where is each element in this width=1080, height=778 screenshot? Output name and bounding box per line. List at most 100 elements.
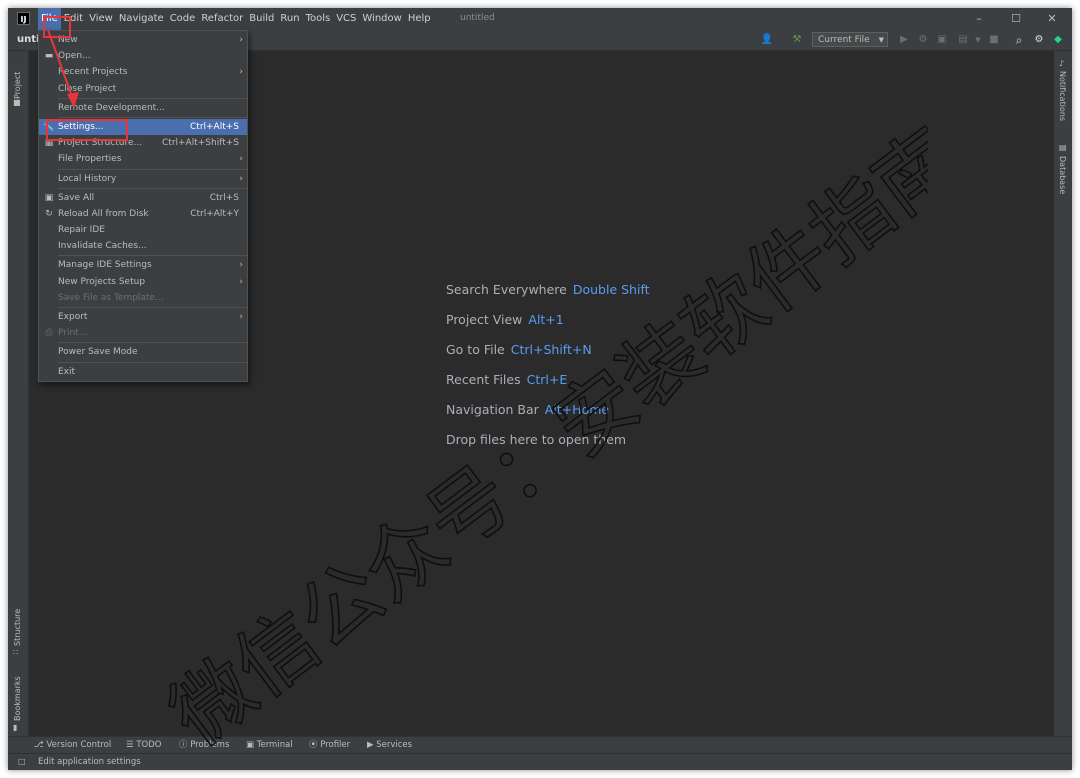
window-title: untitled <box>460 13 495 23</box>
tab-todo[interactable]: ☰ TODO <box>126 737 161 754</box>
menu-local-history[interactable]: Local History › <box>39 171 247 187</box>
menu-separator <box>58 361 247 363</box>
menu-item-label: File Properties <box>58 154 122 165</box>
menu-build[interactable]: Build <box>246 8 277 30</box>
menu-window[interactable]: Window <box>359 8 404 30</box>
menu-item-label: Invalidate Caches... <box>58 241 147 252</box>
menu-item-label: New Projects Setup <box>58 276 146 287</box>
run-configuration-label: Current File <box>818 35 870 45</box>
list-icon: ☰ <box>126 740 137 750</box>
tab-services[interactable]: ▶ Services <box>367 737 412 754</box>
menu-separator <box>58 255 247 257</box>
hint-shortcut[interactable]: Double Shift <box>573 282 650 297</box>
bookmarks-tool-tab[interactable]: Bookmarks <box>13 671 22 721</box>
tab-problems[interactable]: ⓘ Problems <box>179 737 229 754</box>
bell-icon: ♪ <box>1059 59 1065 68</box>
plugin-logo-icon[interactable]: ◆ <box>1051 33 1065 47</box>
structure-tool-tab[interactable]: Structure <box>13 601 22 646</box>
profiler-icon: ⦿ <box>309 740 321 750</box>
hint-shortcut[interactable]: Alt+1 <box>528 312 563 327</box>
menu-separator <box>58 307 247 308</box>
status-bar: □ Edit application settings <box>8 753 1072 770</box>
menu-new-projects-setup[interactable]: New Projects Setup › <box>39 274 247 290</box>
branch-icon: ⎇ <box>34 740 47 750</box>
menu-invalidate-caches[interactable]: Invalidate Caches... <box>39 238 247 254</box>
hint-label: Recent Files <box>446 372 521 387</box>
menu-item-label: Manage IDE Settings <box>58 260 152 271</box>
menu-item-label: Repair IDE <box>58 225 105 236</box>
services-icon: ▶ <box>367 740 377 750</box>
hint-shortcut[interactable]: Ctrl+Shift+N <box>511 342 592 357</box>
chevron-right-icon: › <box>239 276 243 287</box>
menu-item-label: Save All <box>58 192 95 203</box>
chevron-right-icon: › <box>239 312 243 322</box>
menu-vcs[interactable]: VCS <box>333 8 359 30</box>
menu-run[interactable]: Run <box>277 8 302 30</box>
menu-manage-ide-settings[interactable]: Manage IDE Settings › <box>39 257 247 273</box>
chevron-down-icon: ▼ <box>878 36 884 44</box>
menu-file-properties[interactable]: File Properties › <box>39 151 247 167</box>
notifications-tool-tab[interactable]: Notifications <box>1058 71 1067 136</box>
hint-shortcut[interactable]: Alt+Home <box>545 402 609 417</box>
bookmark-icon: ▮ <box>13 723 18 732</box>
menu-separator <box>58 168 247 170</box>
menu-print: ⎙ Print... <box>39 325 247 341</box>
hint-go-to-file: Go to File Ctrl+Shift+N <box>446 342 592 357</box>
chevron-down-icon[interactable]: ▼ <box>971 33 985 47</box>
close-icon[interactable]: ✕ <box>1037 8 1067 30</box>
chevron-right-icon: › <box>239 173 243 184</box>
menu-export[interactable]: Export › <box>39 309 247 325</box>
hint-label: Go to File <box>446 342 505 357</box>
menu-item-label: Power Save Mode <box>58 347 138 358</box>
menu-help[interactable]: Help <box>405 8 434 30</box>
ide-window: IJ File Edit View Navigate Code Refactor… <box>8 8 1072 770</box>
printer-icon: ⎙ <box>45 328 53 339</box>
coverage-icon[interactable]: ▣ <box>935 33 949 47</box>
hint-recent-files: Recent Files Ctrl+E <box>446 372 567 387</box>
more-run-icon[interactable]: ▤ <box>956 33 970 47</box>
debug-icon[interactable]: ⚙ <box>916 33 930 47</box>
tab-label: Terminal <box>256 740 293 750</box>
hint-label: Navigation Bar <box>446 402 539 417</box>
menu-save-all[interactable]: ▣ Save All Ctrl+S <box>39 190 247 206</box>
layout-icon[interactable]: □ <box>18 757 26 766</box>
menu-reload-all[interactable]: ↻ Reload All from Disk Ctrl+Alt+Y <box>39 206 247 222</box>
tab-label: TODO <box>136 740 162 750</box>
hint-label: Project View <box>446 312 523 327</box>
add-user-icon[interactable]: 👤 <box>760 33 774 47</box>
build-hammer-icon[interactable]: ⚒ <box>790 33 804 47</box>
hint-shortcut[interactable]: Ctrl+E <box>527 372 568 387</box>
run-icon[interactable]: ▶ <box>897 33 911 47</box>
menu-repair-ide[interactable]: Repair IDE <box>39 222 247 238</box>
stop-icon[interactable]: ■ <box>987 33 1001 47</box>
tab-label: Profiler <box>320 740 351 750</box>
menu-tools[interactable]: Tools <box>303 8 334 30</box>
database-tool-tab[interactable]: Database <box>1058 156 1067 201</box>
menu-save-file-as-template: Save File as Template... <box>39 290 247 306</box>
left-tool-stripe: Project ■ Structure ∷ Bookmarks ▮ <box>8 51 29 736</box>
menu-exit[interactable]: Exit <box>39 364 247 380</box>
menu-item-label: Export <box>58 312 88 322</box>
menu-item-label: Exit <box>58 366 76 377</box>
menu-item-label: Print... <box>58 328 88 339</box>
tab-terminal[interactable]: ▣ Terminal <box>246 737 293 754</box>
minimize-icon[interactable]: – <box>964 8 994 30</box>
tab-version-control[interactable]: ⎇ Version Control <box>34 737 111 754</box>
tab-label: Problems <box>190 740 230 750</box>
terminal-icon: ▣ <box>246 740 257 750</box>
tab-profiler[interactable]: ⦿ Profiler <box>309 737 350 754</box>
reload-icon: ↻ <box>45 208 53 219</box>
annotation-arrow <box>47 29 79 108</box>
info-icon: ⓘ <box>179 740 191 750</box>
tab-label: Services <box>376 740 413 750</box>
tab-label: Version Control <box>46 740 112 750</box>
maximize-icon[interactable]: ☐ <box>1001 8 1031 30</box>
run-configuration-select[interactable]: Current File ▼ <box>812 32 888 47</box>
gear-icon[interactable]: ⚙ <box>1032 33 1046 47</box>
menu-item-label: Local History <box>58 173 117 184</box>
hint-label: Search Everywhere <box>446 282 567 297</box>
menu-separator <box>58 342 247 344</box>
menu-power-save-mode[interactable]: Power Save Mode <box>39 344 247 360</box>
chevron-right-icon: › <box>239 35 243 45</box>
search-icon[interactable]: ⌕ <box>1012 33 1026 47</box>
